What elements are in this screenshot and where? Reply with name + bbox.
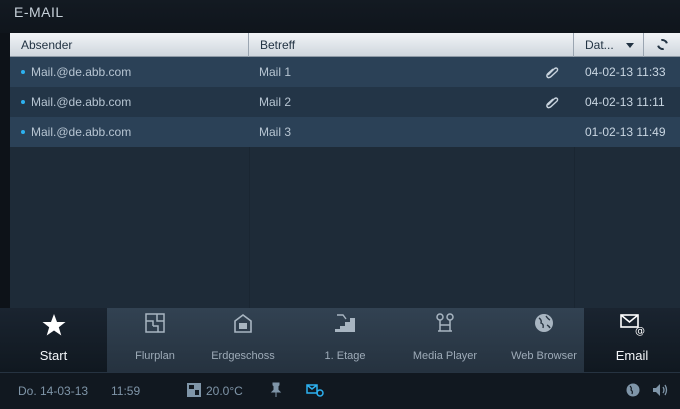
nav-label: Flurplan: [135, 350, 175, 362]
weather-station-icon: [187, 383, 201, 397]
speaker-icon[interactable]: [651, 382, 669, 398]
nav-item-flurplan[interactable]: Flurplan: [107, 308, 203, 372]
attachment-icon: [546, 97, 559, 109]
date-cell: 04-02-13 11:33: [585, 65, 666, 79]
date-cell: 04-02-13 11:11: [585, 95, 665, 109]
nav-item-web-browser[interactable]: Web Browser: [496, 308, 592, 372]
nav-item-erdgeschoss[interactable]: Erdgeschoss: [195, 308, 291, 372]
sender-text: Mail.@de.abb.com: [31, 125, 132, 139]
date-cell: 01-02-13 11:49: [585, 125, 666, 139]
status-date: Do. 14-03-13: [18, 384, 89, 398]
table-row[interactable]: Mail.@de.abb.com Mail 1 04-02-13 11:33: [10, 57, 680, 87]
nav-label: Erdgeschoss: [211, 350, 275, 362]
column-header-date-label: Dat...: [585, 38, 614, 52]
email-icon: @: [620, 314, 645, 336]
sort-desc-icon: [626, 43, 635, 49]
page-title: E-MAIL: [14, 4, 64, 20]
unread-dot-icon: [21, 99, 25, 104]
column-header-subject-label: Betreff: [260, 38, 296, 52]
nav-bar: Start Flurplan Erdgeschoss 1. Etage Medi…: [0, 308, 680, 372]
mail-list-panel: Absender Betreff Dat... Mail.@de.abb.com…: [10, 33, 680, 308]
floorplan-icon: [145, 313, 165, 333]
unread-dot-icon: [21, 129, 25, 134]
refresh-icon: [654, 37, 670, 53]
column-header-sender[interactable]: Absender: [10, 33, 249, 57]
pin-icon[interactable]: [270, 382, 282, 398]
nav-label: Start: [39, 348, 68, 363]
nav-item-email[interactable]: @ Email: [584, 308, 680, 372]
column-header-sender-label: Absender: [21, 38, 73, 52]
sender-cell: Mail.@de.abb.com: [10, 87, 249, 117]
table-header: Absender Betreff Dat...: [10, 33, 680, 57]
subject-cell: Mail 3: [259, 125, 292, 139]
nav-item-1-etage[interactable]: 1. Etage: [297, 308, 393, 372]
title-bar: E-MAIL: [0, 0, 680, 33]
nav-label: Media Player: [412, 350, 478, 362]
sender-text: Mail.@de.abb.com: [31, 95, 132, 109]
mail-list: Mail.@de.abb.com Mail 1 04-02-13 11:33 M…: [10, 57, 680, 308]
status-bar: Do. 14-03-13 11:59 20.0°C: [0, 372, 680, 409]
media-player-icon: [436, 313, 454, 332]
nav-label: 1. Etage: [324, 350, 366, 362]
nav-label: Web Browser: [511, 350, 577, 362]
new-mail-icon[interactable]: [305, 382, 325, 398]
status-temperature: 20.0°C: [206, 384, 243, 398]
stairs-icon: [335, 314, 355, 332]
sender-cell: Mail.@de.abb.com: [10, 117, 249, 147]
nav-item-media-player[interactable]: Media Player: [397, 308, 493, 372]
column-header-date[interactable]: Dat...: [574, 33, 644, 57]
attachment-icon: [546, 67, 559, 79]
email-app-window: E-MAIL Absender Betreff Dat... Mail.@de.…: [0, 0, 680, 409]
globe-status-icon[interactable]: [625, 382, 641, 398]
subject-cell: Mail 2: [259, 95, 292, 109]
subject-cell: Mail 1: [259, 65, 292, 79]
sender-cell: Mail.@de.abb.com: [10, 57, 249, 87]
star-icon: [42, 314, 65, 336]
house-icon: [234, 314, 252, 333]
status-time: 11:59: [111, 384, 141, 398]
column-header-subject[interactable]: Betreff: [249, 33, 574, 57]
sender-text: Mail.@de.abb.com: [31, 65, 132, 79]
globe-icon: [535, 314, 553, 332]
unread-dot-icon: [21, 69, 25, 74]
nav-label: Email: [615, 348, 649, 363]
table-row[interactable]: Mail.@de.abb.com Mail 2 04-02-13 11:11: [10, 87, 680, 117]
nav-item-start[interactable]: Start: [0, 308, 107, 372]
refresh-button[interactable]: [644, 33, 680, 57]
svg-text:@: @: [635, 326, 645, 336]
table-row[interactable]: Mail.@de.abb.com Mail 3 01-02-13 11:49: [10, 117, 680, 147]
